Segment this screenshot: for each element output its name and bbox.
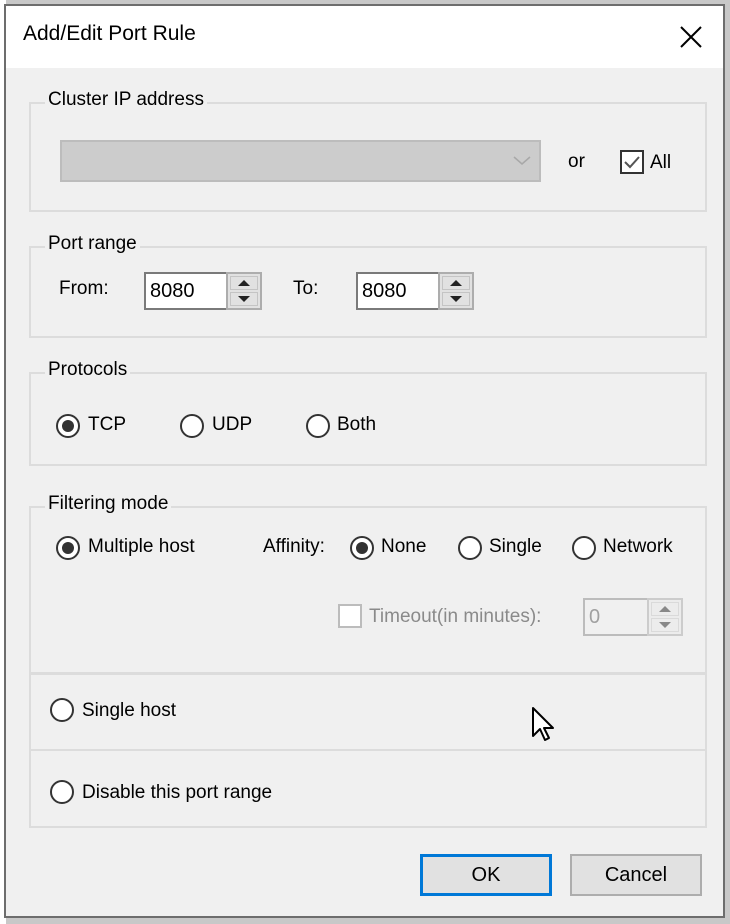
close-icon bbox=[680, 26, 702, 48]
timeout-increment-button[interactable] bbox=[651, 602, 679, 616]
both-label: Both bbox=[337, 414, 377, 435]
spinner-arrows bbox=[647, 598, 683, 636]
timeout-value[interactable]: 0 bbox=[589, 606, 600, 629]
tcp-radio[interactable] bbox=[56, 414, 80, 438]
arrow-down-icon bbox=[450, 296, 462, 302]
from-port-spinner[interactable]: 8080 bbox=[144, 272, 262, 310]
from-increment-button[interactable] bbox=[230, 276, 258, 290]
from-label: From: bbox=[59, 278, 109, 299]
tcp-label: TCP bbox=[88, 414, 126, 435]
protocols-legend: Protocols bbox=[45, 359, 131, 381]
udp-label: UDP bbox=[212, 414, 253, 435]
affinity-single-radio[interactable] bbox=[458, 536, 482, 560]
timeout-decrement-button[interactable] bbox=[651, 618, 679, 632]
timeout-label: Timeout(in minutes): bbox=[369, 606, 542, 627]
ok-button[interactable]: OK bbox=[420, 854, 552, 896]
spinner-arrows bbox=[226, 272, 262, 310]
close-button[interactable] bbox=[659, 6, 723, 68]
timeout-checkbox[interactable] bbox=[338, 604, 362, 628]
all-label: All bbox=[650, 152, 672, 173]
divider bbox=[31, 749, 705, 751]
cancel-button[interactable]: Cancel bbox=[570, 854, 702, 896]
port-range-legend: Port range bbox=[45, 233, 140, 255]
cluster-ip-legend: Cluster IP address bbox=[45, 89, 207, 111]
affinity-none-label: None bbox=[381, 536, 427, 557]
to-increment-button[interactable] bbox=[442, 276, 470, 290]
both-radio[interactable] bbox=[306, 414, 330, 438]
single-host-radio[interactable] bbox=[50, 698, 74, 722]
to-port-value[interactable]: 8080 bbox=[362, 280, 407, 303]
cluster-ip-combobox[interactable] bbox=[60, 140, 541, 182]
dialog-title: Add/Edit Port Rule bbox=[23, 22, 196, 45]
multiple-host-radio[interactable] bbox=[56, 536, 80, 560]
checkmark-icon bbox=[624, 156, 640, 169]
mouse-pointer-icon bbox=[532, 707, 554, 741]
from-decrement-button[interactable] bbox=[230, 292, 258, 306]
affinity-none-radio[interactable] bbox=[350, 536, 374, 560]
all-checkbox[interactable] bbox=[620, 150, 644, 174]
timeout-spinner[interactable]: 0 bbox=[583, 598, 683, 636]
to-label: To: bbox=[293, 278, 319, 299]
to-decrement-button[interactable] bbox=[442, 292, 470, 306]
add-edit-port-rule-dialog: Add/Edit Port Rule Cluster IP address or… bbox=[4, 4, 725, 918]
disable-port-range-label: Disable this port range bbox=[82, 782, 273, 803]
to-port-spinner[interactable]: 8080 bbox=[356, 272, 474, 310]
filtering-mode-legend: Filtering mode bbox=[45, 493, 172, 515]
disable-port-range-radio[interactable] bbox=[50, 780, 74, 804]
single-host-label: Single host bbox=[82, 700, 177, 721]
affinity-network-radio[interactable] bbox=[572, 536, 596, 560]
divider bbox=[31, 672, 705, 675]
affinity-label: Affinity: bbox=[263, 536, 325, 557]
arrow-up-icon bbox=[659, 606, 671, 612]
spinner-arrows bbox=[438, 272, 474, 310]
multiple-host-label: Multiple host bbox=[88, 536, 195, 557]
affinity-single-label: Single bbox=[489, 536, 542, 557]
title-bar: Add/Edit Port Rule bbox=[6, 6, 723, 68]
arrow-down-icon bbox=[238, 296, 250, 302]
from-port-value[interactable]: 8080 bbox=[150, 280, 195, 303]
arrow-up-icon bbox=[450, 280, 462, 286]
or-label: or bbox=[568, 151, 585, 172]
udp-radio[interactable] bbox=[180, 414, 204, 438]
chevron-down-icon bbox=[513, 156, 531, 165]
affinity-network-label: Network bbox=[603, 536, 673, 557]
arrow-up-icon bbox=[238, 280, 250, 286]
arrow-down-icon bbox=[659, 622, 671, 628]
